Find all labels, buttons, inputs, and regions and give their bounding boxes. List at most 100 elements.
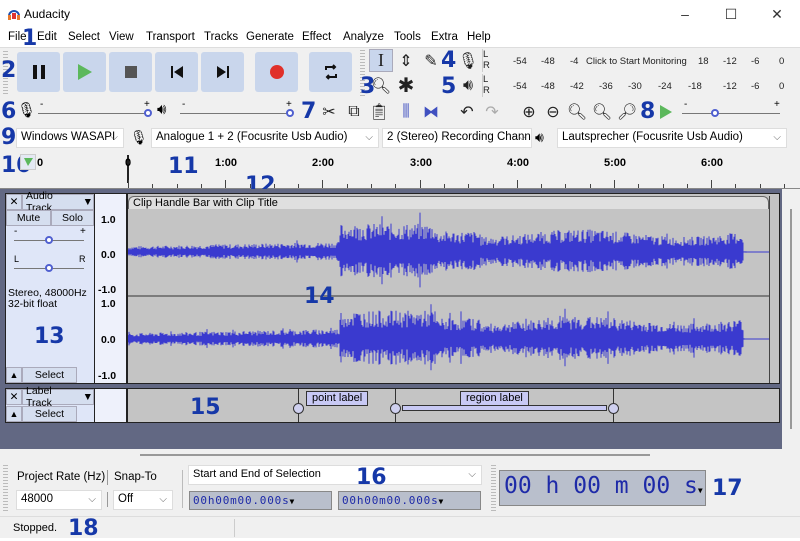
snap-to-select[interactable]: Off ⌵ (113, 490, 173, 510)
start-monitoring-prompt[interactable]: Click to Start Monitoring (586, 56, 687, 67)
chevron-down-icon: ⌵ (773, 132, 781, 143)
waveform[interactable] (128, 209, 769, 383)
timeline-ruler[interactable]: 10 0 0 11 1:00 2:00 3:00 4:00 5:00 6:00 … (0, 151, 800, 197)
record-meter-button[interactable]: 🎙︎ (456, 49, 480, 72)
selection-end-time[interactable]: 00h00m00.000s▼ (338, 491, 481, 510)
vertical-scrollbar[interactable] (782, 189, 800, 449)
region-end-handle[interactable] (608, 403, 619, 414)
slider-knob[interactable] (711, 109, 719, 117)
track-menu-button[interactable]: Label Track ▼ (22, 385, 94, 409)
scrollbar-thumb[interactable] (140, 454, 650, 456)
playback-meter[interactable]: L R -54 -48 -42 -36 -30 -24 -18 -12 -6 0 (482, 74, 787, 97)
close-button[interactable]: ✕ (754, 0, 800, 28)
scrollbar-thumb[interactable] (790, 209, 792, 429)
redo-button[interactable]: ↷ (480, 100, 504, 123)
point-label[interactable]: point label (306, 391, 369, 406)
pan-slider[interactable]: L R (14, 254, 86, 276)
play-at-speed-button[interactable] (654, 100, 678, 123)
minimize-button[interactable]: – (662, 0, 708, 28)
fit-project-button[interactable]: 🔍︎ (590, 100, 614, 123)
paste-button[interactable]: 📋︎ (367, 100, 391, 123)
label-track-lane[interactable]: 15 point label region label (127, 388, 780, 423)
audio-position-display[interactable]: 00 h 00 m 00 s▼ (499, 470, 706, 506)
playback-volume-slider[interactable]: - + (180, 99, 295, 120)
menu-select[interactable]: Select (68, 31, 100, 43)
time-toolbar-grip[interactable] (491, 465, 496, 513)
slider-knob[interactable] (144, 109, 152, 117)
menu-tools[interactable]: Tools (394, 31, 421, 43)
audio-host-select[interactable]: Windows WASAPI ⌵ (16, 128, 124, 148)
playback-speed-slider[interactable]: - + (682, 99, 782, 120)
audio-track-lane[interactable]: Clip Handle Bar with Clip Title 14 (127, 193, 780, 384)
point-label-handle[interactable] (293, 403, 304, 414)
loop-button[interactable] (309, 52, 352, 92)
region-start-handle[interactable] (390, 403, 401, 414)
collapse-track-button[interactable]: ▲ (6, 367, 22, 383)
project-rate-select[interactable]: 48000 ⌵ (16, 490, 102, 510)
menu-generate[interactable]: Generate (246, 31, 294, 43)
solo-button[interactable]: Solo (51, 210, 94, 226)
record-button[interactable] (255, 52, 298, 92)
status-text: Stopped. (13, 522, 58, 534)
collapse-track-button[interactable]: ▲ (6, 406, 22, 422)
skip-to-start-button[interactable] (155, 52, 198, 92)
menu-transport[interactable]: Transport (146, 31, 195, 43)
recording-channels-select[interactable]: 2 (Stereo) Recording Chann ⌵ (382, 128, 532, 148)
zoom-in-button[interactable]: ⊕ (517, 100, 541, 123)
slider-knob[interactable] (286, 109, 294, 117)
slider-knob[interactable] (45, 264, 53, 272)
slider-knob[interactable] (45, 236, 53, 244)
ruler-tick (614, 180, 615, 188)
menu-extra[interactable]: Extra (431, 31, 458, 43)
recording-meter[interactable]: L R -54 -48 -4 Click to Start Monitoring… (482, 49, 787, 72)
selection-toolbar-grip[interactable] (3, 465, 8, 513)
triangle-up-icon: ▲ (9, 370, 19, 380)
annotation-7: 7 (301, 99, 317, 124)
snap-to-label: Snap-To (114, 471, 157, 483)
track-menu-button[interactable]: Audio Track ▼ (22, 190, 94, 214)
meter-left-label: L (483, 49, 489, 60)
pause-button[interactable] (17, 52, 60, 92)
amplitude-scale[interactable]: 1.0 0.0 -1.0 1.0 0.0 -1.0 (95, 193, 127, 384)
menu-effect[interactable]: Effect (302, 31, 331, 43)
multi-tool-button[interactable]: ✱ (394, 74, 418, 97)
maximize-button[interactable]: ☐ (708, 0, 754, 28)
select-track-button[interactable]: Select (22, 406, 77, 422)
menu-analyze[interactable]: Analyze (343, 31, 384, 43)
trim-button[interactable]: ⫼ (394, 100, 418, 123)
region-label[interactable]: region label (460, 391, 529, 406)
copy-button[interactable]: ⧉ (342, 100, 366, 123)
undo-button[interactable]: ↶ (455, 100, 479, 123)
track-close-button[interactable]: ✕ (6, 389, 22, 405)
selection-mode-select[interactable]: Start and End of Selection ⌵ (188, 465, 482, 485)
playback-device-select[interactable]: Lautsprecher (Focusrite Usb Audio) ⌵ (557, 128, 787, 148)
timeline-options-button[interactable] (20, 154, 36, 170)
select-track-button[interactable]: Select (22, 367, 77, 383)
selection-start-time[interactable]: 00h00m00.000s▼ (189, 491, 332, 510)
annotation-6: 6 (1, 99, 17, 124)
gain-slider[interactable]: - + (14, 226, 86, 248)
envelope-tool-button[interactable]: ⇕ (394, 49, 418, 72)
draw-tool-button[interactable]: ✎ (419, 49, 443, 72)
skip-to-end-button[interactable] (201, 52, 244, 92)
clip-handle-bar[interactable]: Clip Handle Bar with Clip Title (128, 196, 769, 209)
zoom-toggle-button[interactable]: 🔎︎ (615, 100, 639, 123)
silence-button[interactable]: ⧓ (419, 100, 443, 123)
track-area[interactable]: ✕ Audio Track ▼ Mute Solo - + L R Stereo,… (0, 189, 782, 449)
recording-device-select[interactable]: Analogue 1 + 2 (Focusrite Usb Audio) ⌵ (151, 128, 379, 148)
track-close-button[interactable]: ✕ (6, 194, 22, 210)
mute-button[interactable]: Mute (6, 210, 51, 226)
menu-help[interactable]: Help (467, 31, 491, 43)
playback-meter-button[interactable]: 🔊︎ (456, 74, 480, 97)
horizontal-scrollbar[interactable] (0, 449, 800, 460)
stop-button[interactable] (109, 52, 152, 92)
cut-button[interactable]: ✂ (317, 100, 341, 123)
menu-tracks[interactable]: Tracks (204, 31, 238, 43)
selection-tool-button[interactable]: I (369, 49, 393, 72)
fit-selection-button[interactable]: 🔍︎ (565, 100, 589, 123)
play-button[interactable] (63, 52, 106, 92)
menu-view[interactable]: View (109, 31, 134, 43)
zoom-out-button[interactable]: ⊖ (541, 100, 565, 123)
menu-edit[interactable]: Edit (37, 31, 57, 43)
recording-volume-slider[interactable]: - + (38, 99, 153, 120)
